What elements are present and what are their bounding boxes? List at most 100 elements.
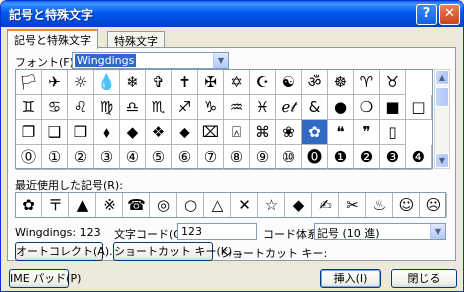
symbol-cell[interactable]: ❍ xyxy=(354,95,380,120)
code-system-select[interactable]: 記号 (10 進) ▼ xyxy=(314,223,446,240)
recent-symbol-cell[interactable]: ☹ xyxy=(421,193,447,217)
recent-symbol-cell[interactable]: ▲ xyxy=(70,193,96,217)
symbol-cell[interactable]: ♑ xyxy=(198,95,224,120)
symbol-cell[interactable]: ◆ xyxy=(120,120,146,145)
symbol-cell[interactable]: ❀ xyxy=(276,120,302,145)
symbol-cell[interactable]: ⬥ xyxy=(172,120,198,145)
recent-symbol-cell[interactable]: ♨ xyxy=(367,193,393,217)
arrow-down-icon[interactable]: ▼ xyxy=(435,153,449,168)
symbol-cell[interactable]: ● xyxy=(328,95,354,120)
symbol-cell[interactable]: ♒ xyxy=(224,95,250,120)
recent-symbol-cell[interactable]: ☆ xyxy=(259,193,285,217)
symbol-cell[interactable]: ❄ xyxy=(120,70,146,95)
recent-symbol-cell[interactable]: ☺ xyxy=(394,193,420,217)
symbol-cell[interactable]: ℯ𝓉 xyxy=(276,95,302,120)
symbol-cell[interactable]: ④ xyxy=(120,145,146,170)
symbol-cell[interactable]: ❷ xyxy=(354,145,380,170)
close-window-button[interactable]: ✕ xyxy=(439,4,460,25)
symbol-cell[interactable]: ❞ xyxy=(354,120,380,145)
symbol-cell[interactable]: ❸ xyxy=(380,145,406,170)
symbol-cell[interactable]: ■ xyxy=(380,95,406,120)
symbol-cell[interactable]: ♊ xyxy=(16,95,42,120)
symbol-cell[interactable]: ▯ xyxy=(380,120,406,145)
symbol-cell[interactable]: ♎ xyxy=(120,95,146,120)
ime-pad-button[interactable]: IME パッド(P) xyxy=(9,269,81,288)
symbol-cell[interactable]: ⓿ xyxy=(302,145,328,170)
symbol-cell[interactable]: ❑ xyxy=(42,120,68,145)
symbol-cell[interactable]: ✡ xyxy=(224,70,250,95)
chevron-down-icon[interactable]: ▼ xyxy=(430,224,445,239)
symbol-cell[interactable]: ॐ xyxy=(302,70,328,95)
font-label: フォント(F): xyxy=(15,56,78,69)
symbol-cell[interactable]: ⑤ xyxy=(146,145,172,170)
symbol-cell[interactable]: ⑩ xyxy=(276,145,302,170)
symbol-grid-scrollbar[interactable]: ▲ ▼ xyxy=(434,69,450,169)
symbol-cell[interactable]: □ xyxy=(406,95,432,120)
symbol-cell[interactable]: ❒ xyxy=(68,120,94,145)
symbol-cell[interactable]: ♌ xyxy=(68,95,94,120)
symbol-cell[interactable]: ♍ xyxy=(94,95,120,120)
symbol-cell[interactable]: ❖ xyxy=(146,120,172,145)
font-select[interactable]: Wingdings ▼ xyxy=(72,52,229,69)
symbol-cell[interactable]: ☸ xyxy=(328,70,354,95)
recent-symbol-cell[interactable]: ☎ xyxy=(124,193,150,217)
symbol-cell[interactable]: ⌧ xyxy=(198,120,224,145)
symbol-cell[interactable]: ① xyxy=(42,145,68,170)
symbol-cell[interactable]: ♓ xyxy=(250,95,276,120)
symbol-cell[interactable]: ✠ xyxy=(198,70,224,95)
symbol-cell[interactable]: ☯ xyxy=(276,70,302,95)
symbol-cell[interactable]: ⌘ xyxy=(250,120,276,145)
recent-symbol-cell[interactable]: ✕ xyxy=(232,193,258,217)
recent-symbol-cell[interactable]: ※ xyxy=(97,193,123,217)
recent-symbol-cell[interactable]: 〒 xyxy=(43,193,69,217)
symbol-cell[interactable]: ✿ xyxy=(302,120,328,145)
recent-symbol-cell[interactable]: ◆ xyxy=(286,193,312,217)
recent-symbol-cell[interactable]: ✿ xyxy=(16,193,42,217)
symbol-cell[interactable]: ③ xyxy=(94,145,120,170)
arrow-up-icon[interactable]: ▲ xyxy=(435,70,449,85)
char-code-input[interactable]: 123 xyxy=(177,223,257,240)
chevron-down-icon[interactable]: ▼ xyxy=(213,53,228,68)
tab-symbols[interactable]: 記号と特殊文字 xyxy=(7,29,98,49)
symbol-cell[interactable]: ⬧ xyxy=(94,120,120,145)
symbol-cell[interactable]: 💧 xyxy=(94,70,120,95)
close-button[interactable]: 閉じる xyxy=(391,269,457,288)
symbol-cell[interactable]: ♏ xyxy=(146,95,172,120)
symbol-cell[interactable]: ⑦ xyxy=(198,145,224,170)
symbol-cell[interactable]: ☼ xyxy=(68,70,94,95)
symbol-cell[interactable]: ❝ xyxy=(328,120,354,145)
symbol-cell[interactable]: ☪ xyxy=(250,70,276,95)
symbol-cell[interactable]: ② xyxy=(68,145,94,170)
symbol-cell[interactable]: ✈ xyxy=(42,70,68,95)
symbol-cell[interactable]: ⍓ xyxy=(224,120,250,145)
symbol-cell[interactable]: ✞ xyxy=(146,70,172,95)
symbol-cell[interactable]: & xyxy=(302,95,328,120)
symbol-cell[interactable]: 🏳 xyxy=(16,70,42,95)
symbol-cell[interactable]: ❶ xyxy=(328,145,354,170)
symbol-cell[interactable]: ✝ xyxy=(172,70,198,95)
symbol-cell[interactable]: ⓪ xyxy=(16,145,42,170)
symbol-cell[interactable]: ♈ xyxy=(354,70,380,95)
symbol-grid[interactable]: 🏳 ✈ ☼ 💧 ❄ ✞ ✝ ✠ ✡ ☪ ☯ ॐ ☸ ♈ ♉ ♊ ♋ ♌ ♍ ♎ ♏ ♐ ♑ ♒ ♓ ℯ𝓉 & ● ❍ ■ □ ❐ ❑ ❒ ⬧ ◆ ❖ ⬥ ⌧… xyxy=(15,69,433,170)
symbol-cell[interactable]: ❐ xyxy=(16,120,42,145)
recent-symbol-cell[interactable]: ○ xyxy=(178,193,204,217)
insert-button[interactable]: 挿入(I) xyxy=(320,269,381,288)
symbol-cell[interactable]: ⑨ xyxy=(250,145,276,170)
recent-symbol-cell[interactable]: ✍ xyxy=(313,193,339,217)
autocorrect-button[interactable]: オートコレクト(A)... xyxy=(15,242,120,261)
symbol-cell[interactable]: ⑧ xyxy=(224,145,250,170)
title-bar[interactable]: 記号と特殊文字 ? ✕ xyxy=(1,1,463,27)
shortcut-key-button[interactable]: ショートカット キー(K)... xyxy=(113,242,243,261)
tab-special-characters[interactable]: 特殊文字 xyxy=(107,31,165,48)
recent-symbol-cell[interactable]: ◎ xyxy=(151,193,177,217)
symbol-cell[interactable]: ⑥ xyxy=(172,145,198,170)
symbol-cell[interactable]: ♉ xyxy=(380,70,406,95)
symbol-cell[interactable]: ♋ xyxy=(42,95,68,120)
help-button[interactable]: ? xyxy=(416,4,437,25)
recent-symbol-cell[interactable]: △ xyxy=(205,193,231,217)
symbol-cell[interactable]: ❹ xyxy=(406,145,432,170)
recent-symbols-row[interactable]: ✿ 〒 ▲ ※ ☎ ◎ ○ △ ✕ ☆ ◆ ✍ ✂ ♨ ☺ ☹ xyxy=(15,192,447,218)
symbol-cell[interactable]: ♐ xyxy=(172,95,198,120)
scrollbar-thumb[interactable] xyxy=(435,87,449,107)
recent-symbol-cell[interactable]: ✂ xyxy=(340,193,366,217)
